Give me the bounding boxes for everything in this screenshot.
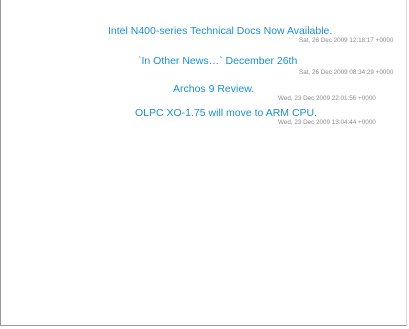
feed-item: `In Other News…` December 26th Sat, 26 D…	[1, 54, 406, 84]
feed-item: OLPC XO-1.75 will move to ARM CPU. Wed, …	[1, 106, 406, 136]
feed-item-date: Wed, 23 Dec 2009 13:04:44 +0000	[278, 119, 376, 126]
feed-item-title-link[interactable]: Archos 9 Review.	[173, 83, 254, 95]
feed-item-date: Sat, 26 Dec 2009 12:18:17 +0000	[299, 37, 394, 44]
feed-item-title-link[interactable]: OLPC XO-1.75 will move to ARM CPU.	[135, 107, 317, 119]
feed-item-title-link[interactable]: `In Other News…` December 26th	[138, 55, 297, 67]
feed-item-date: Wed, 23 Dec 2009 22:01:56 +0000	[278, 95, 376, 102]
feed-item: Intel N400-series Technical Docs Now Ava…	[1, 24, 406, 54]
feed-item-date: Sat, 26 Dec 2009 08:34:29 +0000	[299, 69, 394, 76]
news-feed-panel: Intel N400-series Technical Docs Now Ava…	[0, 0, 407, 326]
feed-item-title-link[interactable]: Intel N400-series Technical Docs Now Ava…	[108, 25, 332, 37]
